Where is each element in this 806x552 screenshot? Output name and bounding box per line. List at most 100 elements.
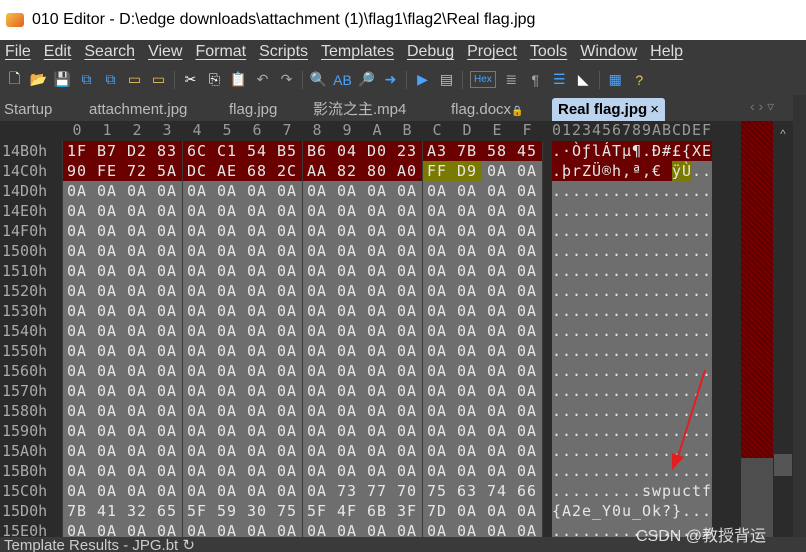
hex-bytes-row[interactable]: 7B 41 32 65 5F 59 30 75 5F 4F 6B 3F 7D 0… [67, 501, 537, 521]
columns-icon[interactable]: ☰ [551, 71, 568, 89]
save-all-icon[interactable]: ⧉ [102, 71, 119, 89]
ascii-row[interactable]: ................ [552, 281, 712, 301]
redo-icon[interactable]: ↷ [278, 71, 295, 89]
hex-bytes-row[interactable]: 0A 0A 0A 0A 0A 0A 0A 0A 0A 0A 0A 0A 0A 0… [67, 201, 537, 221]
calculator-icon[interactable]: ▦ [607, 71, 624, 89]
column-header: 3 [162, 121, 172, 139]
goto-icon[interactable]: ➜ [382, 71, 399, 89]
hex-mode-button[interactable]: Hex [470, 71, 496, 88]
paste-icon[interactable]: 📋 [230, 71, 247, 89]
menu-format[interactable]: Format [190, 43, 254, 61]
tab-label: Real flag.jpg [558, 101, 648, 118]
ascii-row[interactable]: ................ [552, 201, 712, 221]
row-offset: 14F0h [2, 222, 48, 240]
hex-bytes-row[interactable]: 0A 0A 0A 0A 0A 0A 0A 0A 0A 0A 0A 0A 0A 0… [67, 401, 537, 421]
ascii-row[interactable]: .·ÒƒlÁTµ¶.Ð#£{XE [552, 141, 712, 161]
close-tab-icon[interactable]: × [650, 101, 659, 118]
divider [174, 70, 175, 89]
replace-icon[interactable]: AB [333, 71, 352, 89]
column-header: 5 [222, 121, 232, 139]
menu-debug[interactable]: Debug [402, 43, 462, 61]
ascii-row[interactable]: {A2e_Y0u_Ok?}... [552, 501, 712, 521]
hex-bytes-row[interactable]: 1F B7 D2 83 6C C1 54 B5 B6 04 D0 23 A3 7… [67, 141, 537, 161]
scrollbar-thumb[interactable] [774, 454, 792, 476]
row-offset: 14C0h [2, 162, 48, 180]
find-in-files-icon[interactable]: 🔎 [358, 71, 375, 89]
ascii-row[interactable]: ................ [552, 241, 712, 261]
new-file-icon[interactable]: 🗋 [6, 70, 23, 89]
hex-bytes-row[interactable]: 0A 0A 0A 0A 0A 0A 0A 0A 0A 0A 0A 0A 0A 0… [67, 361, 537, 381]
cut-icon[interactable]: ✂ [182, 71, 199, 89]
hex-bytes-row[interactable]: 0A 0A 0A 0A 0A 0A 0A 0A 0A 0A 0A 0A 0A 0… [67, 241, 537, 261]
highlight-icon[interactable]: ◣ [575, 71, 592, 89]
tab-4[interactable]: flag.docx🔒 [451, 98, 524, 121]
hex-bytes-row[interactable]: 0A 0A 0A 0A 0A 0A 0A 0A 0A 0A 0A 0A 0A 0… [67, 261, 537, 281]
menu-edit[interactable]: Edit [39, 43, 80, 61]
undo-icon[interactable]: ↶ [254, 71, 271, 89]
scroll-up-icon[interactable]: ^ [773, 127, 793, 141]
column-header: A [372, 121, 382, 139]
hex-bytes-row[interactable]: 0A 0A 0A 0A 0A 0A 0A 0A 0A 0A 0A 0A 0A 0… [67, 341, 537, 361]
file-overview-strip[interactable] [741, 121, 773, 537]
menu-file[interactable]: File [0, 43, 39, 61]
tab-1[interactable]: attachment.jpg [89, 98, 187, 121]
column-header: E [492, 121, 502, 139]
vertical-scrollbar[interactable]: ^ [773, 121, 793, 537]
row-offset: 15D0h [2, 502, 48, 520]
column-header: 0 [72, 121, 82, 139]
row-offset: 1570h [2, 382, 48, 400]
hex-bytes-row[interactable]: 0A 0A 0A 0A 0A 0A 0A 0A 0A 0A 0A 0A 0A 0… [67, 441, 537, 461]
hex-bytes-row[interactable]: 0A 0A 0A 0A 0A 0A 0A 0A 0A 0A 0A 0A 0A 0… [67, 221, 537, 241]
save-as-icon[interactable]: ⧉ [78, 71, 95, 89]
find-icon[interactable]: 🔍 [310, 71, 327, 89]
close-file-icon[interactable]: ▭ [126, 71, 143, 89]
menu-templates[interactable]: Templates [316, 43, 402, 61]
help-icon[interactable]: ? [631, 71, 648, 89]
row-offset: 1520h [2, 282, 48, 300]
tab-label: attachment.jpg [89, 101, 188, 118]
close-all-icon[interactable]: ▭ [150, 71, 167, 89]
tab-nav-icon[interactable]: ‹ › ▿ [750, 98, 774, 115]
hex-bytes-row[interactable]: 0A 0A 0A 0A 0A 0A 0A 0A 0A 0A 0A 0A 0A 0… [67, 461, 537, 481]
row-offset: 14B0h [2, 142, 48, 160]
row-offset: 15B0h [2, 462, 48, 480]
hex-bytes-row[interactable]: 0A 0A 0A 0A 0A 0A 0A 0A 0A 0A 0A 0A 0A 0… [67, 301, 537, 321]
hex-bytes-row[interactable]: 0A 0A 0A 0A 0A 0A 0A 0A 0A 0A 0A 0A 0A 0… [67, 421, 537, 441]
menu-search[interactable]: Search [79, 43, 143, 61]
paragraph-icon[interactable]: ¶ [527, 71, 544, 89]
ascii-row[interactable]: .........swpuctf [552, 481, 712, 501]
tab-2[interactable]: flag.jpg [229, 98, 277, 121]
hex-bytes-row[interactable]: 0A 0A 0A 0A 0A 0A 0A 0A 0A 73 77 70 75 6… [67, 481, 537, 501]
hex-editor[interactable]: 0 1 2 3 4 5 6 7 8 9 A B C D E F 0123456789ABCDEF 14B0h 14C… [0, 121, 741, 537]
text-mode-icon[interactable]: ≣ [503, 71, 520, 89]
menu-project[interactable]: Project [462, 43, 525, 61]
hex-bytes-row[interactable]: 0A 0A 0A 0A 0A 0A 0A 0A 0A 0A 0A 0A 0A 0… [67, 281, 537, 301]
hex-bytes-row[interactable]: 0A 0A 0A 0A 0A 0A 0A 0A 0A 0A 0A 0A 0A 0… [67, 521, 537, 537]
ascii-row[interactable]: ................ [552, 341, 712, 361]
tab-3[interactable]: 影流之主.mp4 [313, 98, 406, 121]
copy-icon[interactable]: ⎘ [206, 71, 223, 89]
run-template-icon[interactable]: ▤ [438, 71, 455, 89]
ascii-row[interactable]: ................ [552, 181, 712, 201]
menu-scripts[interactable]: Scripts [254, 43, 316, 61]
menu-window[interactable]: Window [575, 43, 645, 61]
ascii-row[interactable]: .þrZÜ®h,ª‚€ ÿÙ.. [552, 161, 712, 181]
ascii-row[interactable]: ................ [552, 321, 712, 341]
hex-bytes-row[interactable]: 0A 0A 0A 0A 0A 0A 0A 0A 0A 0A 0A 0A 0A 0… [67, 181, 537, 201]
row-offset: 1540h [2, 322, 48, 340]
hex-bytes-row[interactable]: 0A 0A 0A 0A 0A 0A 0A 0A 0A 0A 0A 0A 0A 0… [67, 381, 537, 401]
ascii-row[interactable]: ................ [552, 221, 712, 241]
tab-5[interactable]: Real flag.jpg × [552, 98, 665, 121]
run-script-icon[interactable]: ▶ [414, 71, 431, 89]
menu-help[interactable]: Help [645, 43, 691, 61]
open-folder-icon[interactable]: 📂 [30, 71, 47, 89]
menu-tools[interactable]: Tools [525, 43, 575, 61]
ascii-row[interactable]: ................ [552, 301, 712, 321]
menu-view[interactable]: View [143, 43, 190, 61]
ascii-row[interactable]: ................ [552, 261, 712, 281]
hex-bytes-row[interactable]: 0A 0A 0A 0A 0A 0A 0A 0A 0A 0A 0A 0A 0A 0… [67, 321, 537, 341]
tab-0[interactable]: Startup [4, 98, 52, 121]
row-offset: 15C0h [2, 482, 48, 500]
save-icon[interactable]: 💾 [54, 71, 71, 89]
hex-bytes-row[interactable]: 90 FE 72 5A DC AE 68 2C AA 82 80 A0 FF D… [67, 161, 537, 181]
